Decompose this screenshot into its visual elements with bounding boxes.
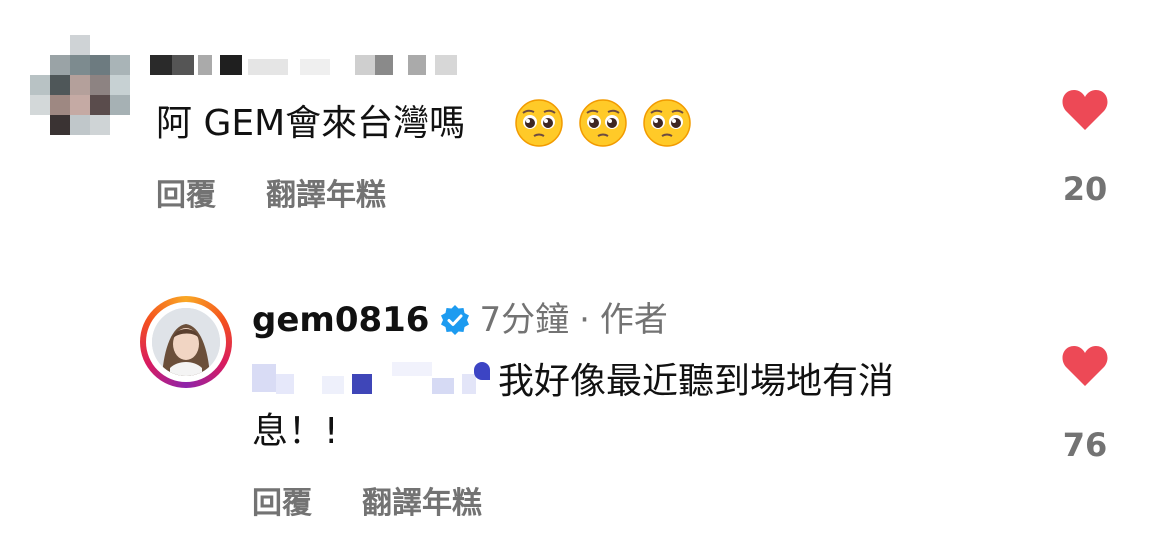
comment-actions: 回覆 翻譯年糕 xyxy=(252,478,482,522)
author-badge: 作者 xyxy=(599,300,668,340)
comment-text-line-1: 我好像最近聽到場地有消 xyxy=(498,361,895,402)
avatar[interactable] xyxy=(140,296,232,388)
like-section: 20 xyxy=(1060,88,1110,208)
profile-photo xyxy=(152,308,220,376)
translate-button[interactable]: 翻譯年糕 xyxy=(362,478,482,522)
separator-dot: · xyxy=(579,300,590,340)
like-count: 76 xyxy=(1062,426,1108,464)
comment-text-line-2: 息！! xyxy=(252,411,339,452)
pleading-face-icon xyxy=(643,99,691,147)
comment-item: gem0816 7分鐘 · 作者 我好像最近聽到場地有消 息！! 回覆 翻譯年糕… xyxy=(0,280,1170,541)
emoji-group xyxy=(514,98,692,148)
like-section: 76 xyxy=(1060,344,1110,464)
comment-item: 阿 GEM會來台灣嗎 回覆 翻譯年糕 20 xyxy=(0,0,1170,230)
verified-badge-icon xyxy=(441,305,470,335)
heart-icon[interactable] xyxy=(1061,344,1109,388)
comment-header: gem0816 7分鐘 · 作者 xyxy=(252,298,668,342)
pleading-face-icon xyxy=(515,99,563,147)
heart-icon[interactable] xyxy=(1061,88,1109,132)
username[interactable]: gem0816 xyxy=(252,298,429,342)
like-count: 20 xyxy=(1062,170,1108,208)
reply-button[interactable]: 回覆 xyxy=(252,478,312,522)
avatar[interactable] xyxy=(30,35,130,135)
timestamp: 7分鐘 xyxy=(479,300,570,340)
translate-button[interactable]: 翻譯年糕 xyxy=(266,170,386,214)
reply-button[interactable]: 回覆 xyxy=(156,170,216,214)
mention-redacted[interactable] xyxy=(252,362,492,396)
username-redacted[interactable] xyxy=(150,55,480,79)
comment-actions: 回覆 翻譯年糕 xyxy=(156,170,386,214)
pleading-face-icon xyxy=(579,99,627,147)
comment-text: 阿 GEM會來台灣嗎 xyxy=(156,103,466,144)
